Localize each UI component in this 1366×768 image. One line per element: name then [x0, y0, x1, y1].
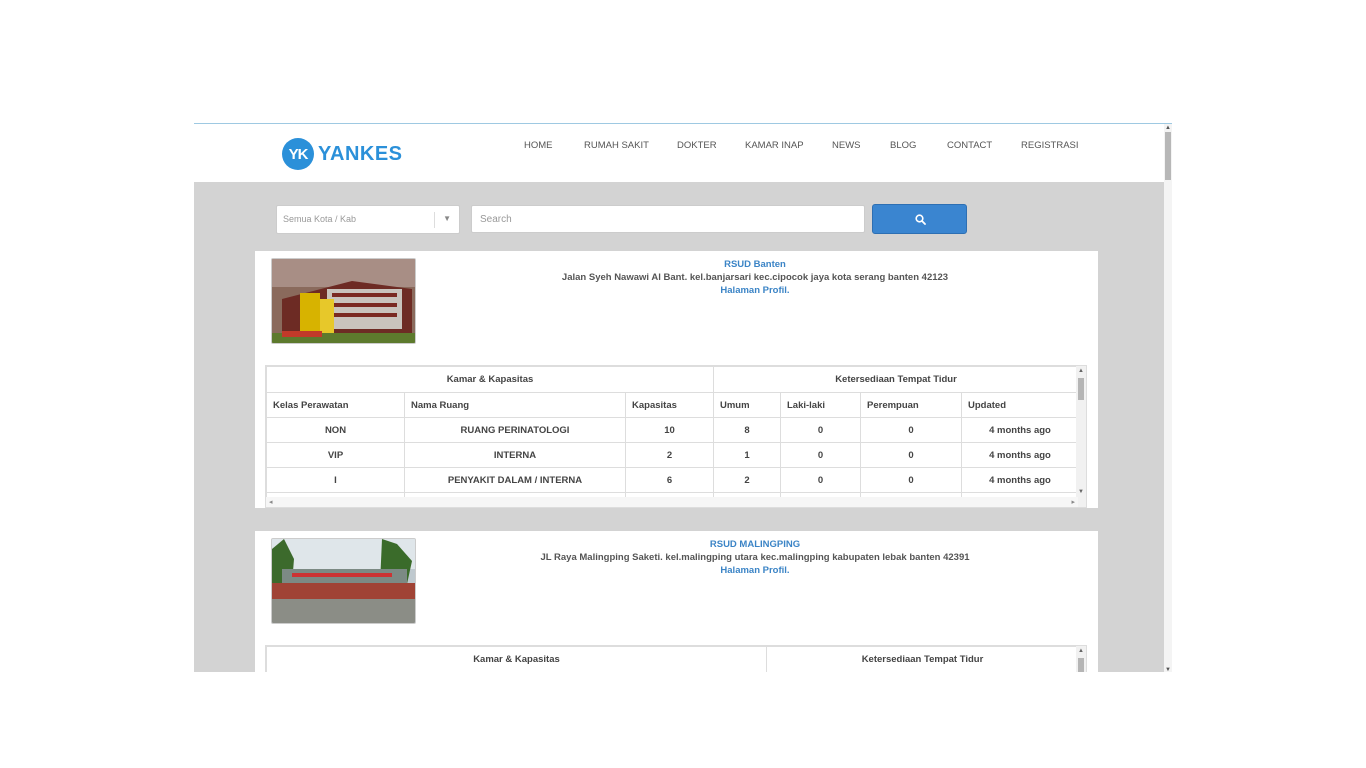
- nav-dokter[interactable]: DOKTER: [677, 140, 717, 151]
- scroll-down-icon[interactable]: ▼: [1078, 489, 1084, 495]
- table-cell: PENYAKIT DALAM / INTERNA: [404, 467, 626, 493]
- table-vertical-scrollbar[interactable]: ▲: [1076, 646, 1086, 672]
- search-button[interactable]: [872, 204, 967, 234]
- scroll-down-icon[interactable]: ▼: [1165, 667, 1171, 672]
- table-cell: 10: [625, 417, 714, 443]
- table-cell: 4 months ago: [961, 467, 1079, 493]
- table-row: NON RUANG PERINATOLOGI 10 8 0 0 4 months…: [266, 417, 1079, 443]
- column-header: Updated: [961, 392, 1079, 418]
- table-cell: 2: [713, 467, 781, 493]
- table-cell: 6: [625, 467, 714, 493]
- table-vertical-scrollbar[interactable]: ▲ ▼: [1076, 366, 1086, 507]
- room-capacity-table: Kamar & Kapasitas Ketersediaan Tempat Ti…: [266, 366, 1079, 507]
- table-cell: I: [266, 467, 405, 493]
- hospital-info: RSUD MALINGPING JL Raya Malingping Saket…: [435, 538, 1075, 577]
- table-cell: 0: [780, 467, 861, 493]
- scroll-up-icon[interactable]: ▲: [1078, 648, 1084, 654]
- nav-contact[interactable]: CONTACT: [947, 140, 992, 151]
- table-cell: NON: [266, 417, 405, 443]
- hospital-info: RSUD Banten Jalan Syeh Nawawi Al Bant. k…: [435, 258, 1075, 297]
- hospital-address: JL Raya Malingping Saketi. kel.malingpin…: [540, 552, 970, 563]
- scroll-up-icon[interactable]: ▲: [1165, 125, 1171, 131]
- hospital-photo: [271, 538, 416, 624]
- column-header: Perempuan: [860, 392, 962, 418]
- profile-link[interactable]: Halaman Profil.: [435, 564, 1075, 577]
- room-table: Kamar & Kapasitas Ketersediaan Tempat Ti…: [265, 645, 1087, 672]
- nav-rumah-sakit[interactable]: RUMAH SAKIT: [584, 140, 649, 151]
- nav-home[interactable]: HOME: [524, 140, 553, 151]
- search-input[interactable]: Search: [471, 205, 865, 233]
- hospital-photo: [271, 258, 416, 344]
- column-header: Umum: [713, 392, 781, 418]
- scrollbar-thumb[interactable]: [1165, 132, 1171, 180]
- hospital-card: RSUD Banten Jalan Syeh Nawawi Al Bant. k…: [255, 251, 1098, 508]
- hospital-name[interactable]: RSUD Banten: [435, 258, 1075, 271]
- nav-blog[interactable]: BLOG: [890, 140, 916, 151]
- hospital-card: RSUD MALINGPING JL Raya Malingping Saket…: [255, 531, 1098, 672]
- scroll-up-icon[interactable]: ▲: [1078, 368, 1084, 374]
- page-scrollbar[interactable]: ▲ ▼: [1164, 124, 1172, 672]
- scroll-left-icon[interactable]: ◂: [269, 498, 273, 506]
- table-row: VIP INTERNA 2 1 0 0 4 months ago: [266, 442, 1079, 468]
- search-icon: [915, 214, 926, 225]
- table-horizontal-scrollbar[interactable]: ◂ ▸: [266, 497, 1078, 507]
- scroll-right-icon[interactable]: ▸: [1071, 498, 1075, 506]
- scrollbar-thumb[interactable]: [1078, 658, 1084, 672]
- group-header-availability: Ketersediaan Tempat Tidur: [713, 366, 1079, 393]
- table-cell: 0: [780, 442, 861, 468]
- nav-registrasi[interactable]: REGISTRASI: [1021, 140, 1079, 151]
- room-capacity-table: Kamar & Kapasitas Ketersediaan Tempat Ti…: [266, 646, 1079, 672]
- room-table: Kamar & Kapasitas Ketersediaan Tempat Ti…: [265, 365, 1087, 508]
- table-cell: 0: [860, 467, 962, 493]
- hospital-name[interactable]: RSUD MALINGPING: [435, 538, 1075, 551]
- main-nav: HOME RUMAH SAKIT DOKTER KAMAR INAP NEWS …: [194, 140, 1164, 154]
- table-cell: 2: [625, 442, 714, 468]
- group-header-availability: Ketersediaan Tempat Tidur: [766, 646, 1079, 672]
- column-header: Laki-laki: [780, 392, 861, 418]
- table-cell: 0: [860, 442, 962, 468]
- table-cell: INTERNA: [404, 442, 626, 468]
- column-header: Kelas Perawatan: [266, 392, 405, 418]
- group-header-rooms: Kamar & Kapasitas: [266, 646, 767, 672]
- scrollbar-thumb[interactable]: [1078, 378, 1084, 400]
- select-divider: [434, 212, 435, 228]
- table-cell: RUANG PERINATOLOGI: [404, 417, 626, 443]
- table-cell: 0: [780, 417, 861, 443]
- table-cell: 4 months ago: [961, 417, 1079, 443]
- column-header: Kapasitas: [625, 392, 714, 418]
- table-cell: 0: [860, 417, 962, 443]
- city-select-value: Semua Kota / Kab: [283, 214, 357, 224]
- browser-frame: YK YANKES HOME RUMAH SAKIT DOKTER KAMAR …: [194, 123, 1172, 672]
- nav-kamar-inap[interactable]: KAMAR INAP: [745, 140, 804, 151]
- city-select[interactable]: Semua Kota / Kab ▼: [276, 205, 460, 234]
- site-header: YK YANKES HOME RUMAH SAKIT DOKTER KAMAR …: [194, 124, 1164, 182]
- search-placeholder: Search: [480, 214, 512, 225]
- table-cell: 1: [713, 442, 781, 468]
- group-header-rooms: Kamar & Kapasitas: [266, 366, 714, 393]
- table-cell: 4 months ago: [961, 442, 1079, 468]
- column-header: Nama Ruang: [404, 392, 626, 418]
- table-row: I PENYAKIT DALAM / INTERNA 6 2 0 0 4 mon…: [266, 467, 1079, 493]
- profile-link[interactable]: Halaman Profil.: [435, 284, 1075, 297]
- table-cell: VIP: [266, 442, 405, 468]
- hospital-address: Jalan Syeh Nawawi Al Bant. kel.banjarsar…: [561, 272, 949, 283]
- nav-news[interactable]: NEWS: [832, 140, 861, 151]
- chevron-down-icon: ▼: [443, 214, 451, 223]
- table-cell: 8: [713, 417, 781, 443]
